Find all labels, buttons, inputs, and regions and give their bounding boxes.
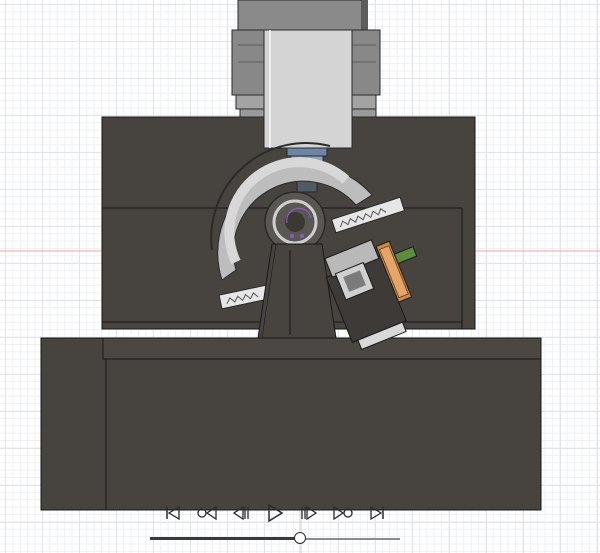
next-keyframe-button[interactable] [330,500,356,526]
timeline-progress [150,537,300,540]
first-frame-button[interactable] [160,500,186,526]
last-frame-icon [370,505,384,521]
animation-timeline[interactable] [150,532,400,546]
play-button[interactable] [262,500,288,526]
machine-model[interactable] [0,0,600,553]
machine-base[interactable] [40,337,542,511]
support-pillar[interactable] [257,243,337,339]
previous-keyframe-icon [197,505,217,521]
canvas-viewport[interactable] [0,0,600,553]
step-back-icon [232,505,249,521]
step-back-button[interactable] [228,500,254,526]
previous-keyframe-button[interactable] [194,500,220,526]
next-keyframe-icon [333,505,353,521]
timeline-scrubber-handle[interactable] [294,532,306,544]
last-frame-button[interactable] [364,500,390,526]
step-forward-button[interactable] [296,500,322,526]
playback-controls [160,500,390,526]
play-icon [268,503,284,523]
first-frame-icon [166,505,180,521]
step-forward-icon [301,505,318,521]
